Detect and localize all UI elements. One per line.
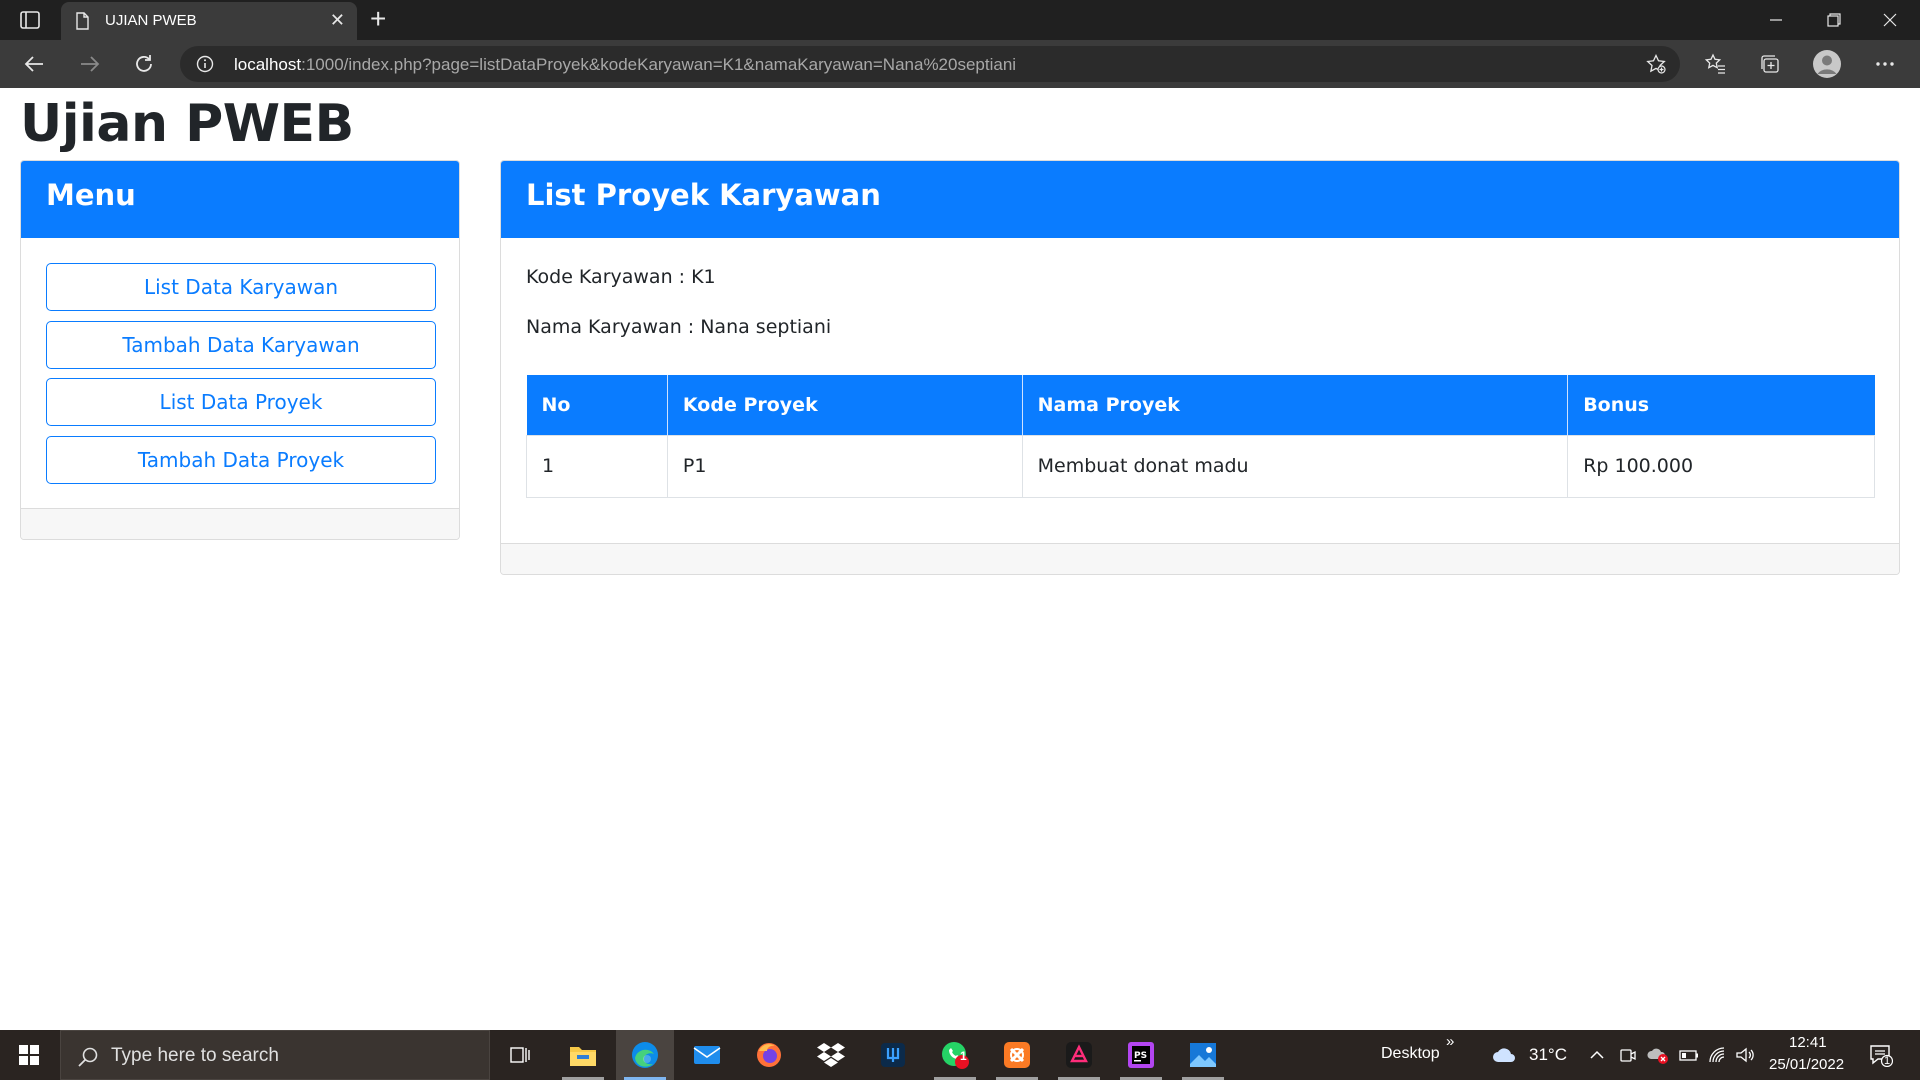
proyek-table: No Kode Proyek Nama Proyek Bonus 1 P1 Me… (526, 375, 1875, 498)
search-icon (78, 1047, 98, 1067)
column-header-nama-proyek: Nama Proyek (1022, 375, 1569, 435)
search-placeholder: Type here to search (111, 1045, 279, 1066)
nama-karyawan-text: Nama Karyawan : Nana septiani (526, 316, 832, 338)
minimize-icon[interactable] (1748, 0, 1804, 40)
phpstorm-icon[interactable]: PS (1112, 1030, 1170, 1080)
close-icon[interactable]: ✕ (330, 10, 345, 30)
list-data-karyawan-button[interactable]: List Data Karyawan (46, 263, 436, 311)
new-tab-icon[interactable]: + (370, 4, 386, 34)
firefox-icon[interactable] (740, 1030, 798, 1080)
svg-text:PS: PS (1134, 1051, 1147, 1061)
url-path: :1000/index.php?page=listDataProyek&kode… (301, 55, 1017, 74)
desktop-toolbar-label[interactable]: Desktop (1381, 1045, 1440, 1063)
browser-toolbar: localhost:1000/index.php?page=listDataPr… (0, 40, 1920, 88)
volume-icon[interactable] (1735, 1045, 1755, 1065)
task-view-icon[interactable] (490, 1030, 548, 1080)
edge-browser-icon[interactable] (616, 1030, 674, 1080)
toolbar-expand-chevron[interactable]: » (1446, 1033, 1454, 1050)
more-icon[interactable] (1873, 52, 1897, 76)
show-hidden-icons-icon[interactable] (1587, 1045, 1607, 1065)
cell-nama-proyek: Membuat donat madu (1021, 434, 1569, 498)
tab-title: UJIAN PWEB (105, 12, 197, 29)
file-explorer-icon[interactable] (554, 1030, 612, 1080)
windows-start-icon[interactable] (0, 1030, 58, 1080)
column-header-no: No (526, 375, 668, 435)
page-title: Ujian PWEB (20, 94, 354, 154)
page-icon (76, 12, 89, 30)
list-proyek-card: List Proyek Karyawan Kode Karyawan : K1 … (500, 160, 1900, 575)
menu-card-footer (21, 508, 459, 539)
mail-icon[interactable] (678, 1030, 736, 1080)
url-host: localhost (234, 55, 302, 74)
dropbox-icon[interactable] (802, 1030, 860, 1080)
restore-icon[interactable] (1806, 0, 1862, 40)
tambah-data-karyawan-button[interactable]: Tambah Data Karyawan (46, 321, 436, 369)
favorites-icon[interactable] (1703, 52, 1727, 76)
kode-karyawan-text: Kode Karyawan : K1 (526, 266, 716, 288)
tab-actions-icon[interactable] (20, 11, 40, 29)
battery-icon[interactable] (1679, 1045, 1699, 1065)
list-proyek-card-header: List Proyek Karyawan (501, 161, 1899, 238)
add-favorite-icon[interactable] (1646, 54, 1666, 74)
cell-bonus: Rp 100.000 (1567, 434, 1875, 498)
table-row: 1 P1 Membuat donat madu Rp 100.000 (526, 434, 1875, 498)
refresh-icon[interactable] (126, 46, 162, 82)
wifi-icon[interactable] (1707, 1045, 1727, 1065)
cell-no: 1 (526, 434, 668, 498)
window-close-icon[interactable] (1862, 0, 1918, 40)
browser-tab[interactable]: UJIAN PWEB ✕ (61, 2, 357, 40)
table-header-row: No Kode Proyek Nama Proyek Bonus (526, 375, 1875, 435)
whatsapp-badge: 1 (960, 1049, 967, 1063)
notification-badge: 1 (1884, 1055, 1891, 1067)
web-page: Ujian PWEB Menu List Data Karyawan Tamba… (0, 88, 1920, 1030)
list-proyek-card-footer (501, 543, 1899, 574)
collections-icon[interactable] (1758, 52, 1782, 76)
menu-card-header: Menu (21, 161, 459, 238)
clock-date[interactable]: 25/01/2022 (1769, 1056, 1844, 1073)
code-editor-icon[interactable] (864, 1030, 922, 1080)
profile-icon[interactable] (1812, 49, 1842, 79)
url-text[interactable]: localhost:1000/index.php?page=listDataPr… (234, 55, 1016, 75)
windows-taskbar: Type here to search 1 PS Desktop » 31°C … (0, 1030, 1920, 1080)
meet-now-icon[interactable] (1617, 1045, 1637, 1065)
menu-card: Menu List Data Karyawan Tambah Data Kary… (20, 160, 460, 540)
clock-time[interactable]: 12:41 (1789, 1034, 1827, 1051)
taskbar-search-box[interactable]: Type here to search (60, 1030, 490, 1080)
info-icon[interactable] (196, 55, 214, 73)
column-header-bonus: Bonus (1567, 375, 1875, 435)
design-app-icon[interactable] (1050, 1030, 1108, 1080)
forward-icon[interactable] (72, 46, 108, 82)
back-icon[interactable] (16, 46, 52, 82)
xampp-icon[interactable] (988, 1030, 1046, 1080)
weather-cloud-icon[interactable] (1491, 1044, 1517, 1066)
browser-tab-bar: UJIAN PWEB ✕ + (0, 0, 1920, 40)
whatsapp-icon[interactable]: 1 (926, 1030, 984, 1080)
cell-kode-proyek: P1 (666, 434, 1023, 498)
onedrive-error-icon[interactable] (1647, 1045, 1669, 1065)
column-header-kode-proyek: Kode Proyek (667, 375, 1023, 435)
temperature-text[interactable]: 31°C (1529, 1045, 1567, 1065)
address-bar[interactable]: localhost:1000/index.php?page=listDataPr… (180, 46, 1680, 82)
photos-icon[interactable] (1174, 1030, 1232, 1080)
list-data-proyek-button[interactable]: List Data Proyek (46, 378, 436, 426)
tambah-data-proyek-button[interactable]: Tambah Data Proyek (46, 436, 436, 484)
